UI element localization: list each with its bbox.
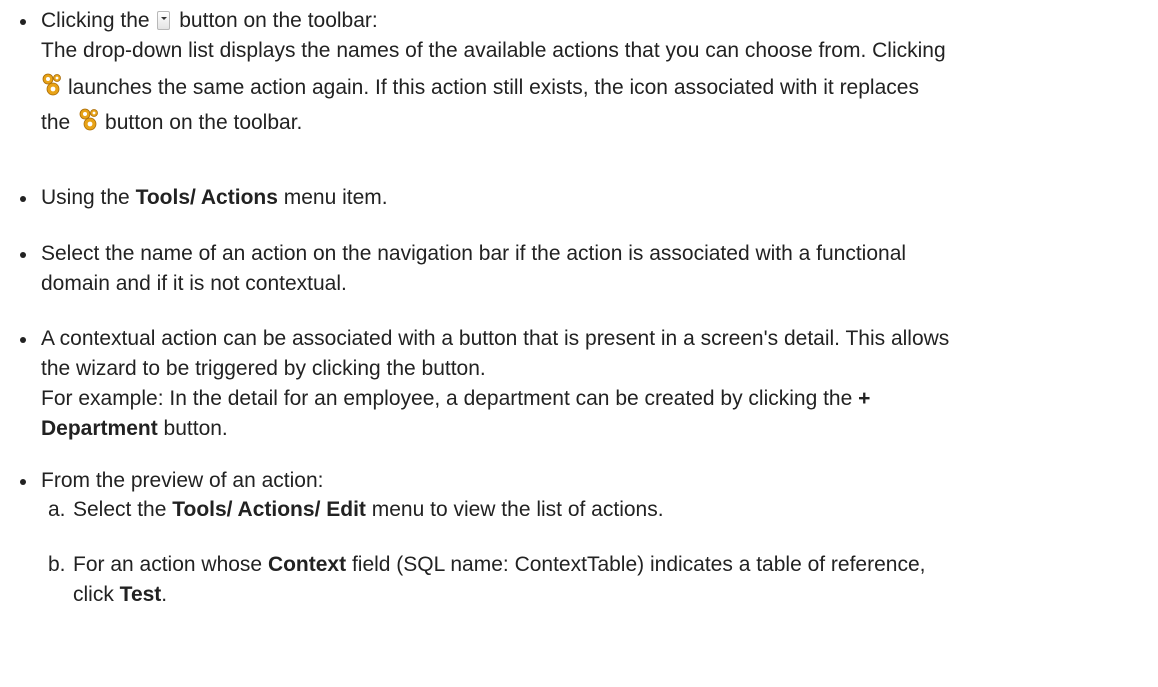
text-segment: the <box>41 111 71 134</box>
paragraph-line: Clicking the button on the toolbar: <box>41 6 1141 36</box>
text-segment: Clicking the <box>41 9 150 32</box>
text-segment: button. <box>157 417 228 440</box>
bullet-text: Using the Tools/ Actions menu item. <box>41 183 1141 213</box>
text-segment: Using the <box>41 186 136 209</box>
button-name: Department <box>41 417 158 440</box>
menu-path: Tools/ Actions/ Edit <box>172 498 366 521</box>
bullet-dot <box>20 196 26 202</box>
bullet-dot <box>20 252 26 258</box>
step-label: a. <box>48 498 66 521</box>
paragraph-line: The drop-down list displays the names of… <box>41 39 946 62</box>
gears-icon <box>78 107 100 133</box>
bullet-dot <box>20 337 26 343</box>
paragraph-line: Using the Tools/ Actions menu item. <box>41 183 1141 213</box>
paragraph-line: Department button. <box>41 414 1141 444</box>
gears-icon <box>41 72 63 98</box>
dropdown-arrow-icon <box>157 11 171 30</box>
step-text: Select the Tools/ Actions/ Edit menu to … <box>73 495 664 525</box>
paragraph-line: From the preview of an action: <box>41 469 324 492</box>
paragraph-line: For example: In the detail for an employ… <box>41 384 1141 414</box>
menu-path: Tools/ Actions <box>135 186 278 209</box>
text-segment: launches the same action again. If this … <box>68 76 919 99</box>
step-label: b. <box>48 553 66 576</box>
step-text: For an action whose Context field (SQL n… <box>73 550 925 580</box>
bullet-text: Select the name of an action on the navi… <box>41 239 1141 299</box>
paragraph-line: the wizard to be triggered by clicking t… <box>41 357 486 380</box>
button-name: + <box>858 387 871 410</box>
step-text: click Test. <box>73 580 167 610</box>
text-segment: click <box>73 583 120 606</box>
text-segment: For example: In the detail for an employ… <box>41 387 859 410</box>
paragraph-line: A contextual action can be associated wi… <box>41 327 950 350</box>
text-segment: Select the <box>73 498 173 521</box>
bullet-text: Clicking the button on the toolbar: The … <box>41 6 1141 138</box>
paragraph-line: the button on the toolbar. <box>41 107 1141 138</box>
text-segment: field (SQL name: ContextTable) indicates… <box>346 553 926 576</box>
text-segment: button on the toolbar: <box>179 9 378 32</box>
text-segment: button on the toolbar. <box>105 111 303 134</box>
help-document: Clicking the button on the toolbar: The … <box>0 0 1158 687</box>
bullet-text: A contextual action can be associated wi… <box>41 324 1141 444</box>
paragraph-line: launches the same action again. If this … <box>41 72 1141 103</box>
bullet-dot <box>20 19 26 25</box>
text-segment: For an action whose <box>73 553 268 576</box>
text-segment: menu to view the list of actions. <box>365 498 664 521</box>
button-name: Test <box>119 583 162 606</box>
bullet-dot <box>20 479 26 485</box>
paragraph-line: Select the name of an action on the navi… <box>41 242 907 265</box>
field-name: Context <box>267 553 347 576</box>
paragraph-line: domain and if it is not contextual. <box>41 272 347 295</box>
text-segment: . <box>161 583 168 606</box>
text-segment: menu item. <box>277 186 388 209</box>
bullet-text: From the preview of an action: <box>41 466 1141 496</box>
